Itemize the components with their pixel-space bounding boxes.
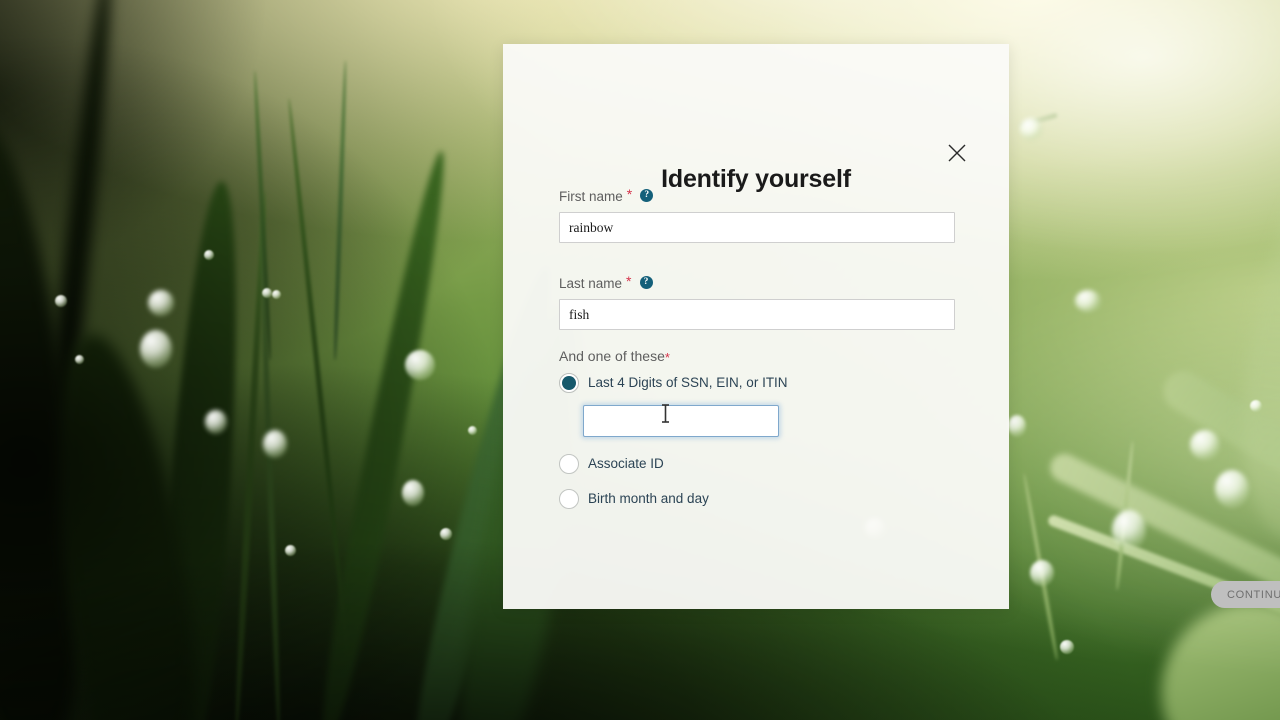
radio-option-ssn[interactable]: Last 4 Digits of SSN, EIN, or ITIN [559,371,955,395]
last-name-label-text: Last name [559,276,623,291]
required-asterisk: * [626,273,632,289]
first-name-label-text: First name [559,189,623,204]
last-name-input[interactable] [559,299,955,330]
help-circle-icon[interactable]: ? [640,189,654,202]
required-asterisk: * [626,186,633,202]
radio-unselected-icon [559,489,579,509]
radio-group-label-text: And one of these [559,348,665,364]
identify-form: First name * ? Last name * ? And one of … [559,186,955,511]
first-name-label: First name * ? [559,186,955,205]
radio-option-birth-date-label: Birth month and day [588,491,709,506]
radio-option-associate-id[interactable]: Associate ID [559,452,955,476]
radio-option-ssn-label: Last 4 Digits of SSN, EIN, or ITIN [588,375,788,390]
first-name-field-group: First name * ? [559,186,955,243]
radio-option-associate-id-label: Associate ID [588,456,664,471]
radio-dot [562,376,576,390]
last-name-field-group: Last name * ? [559,273,955,330]
required-asterisk: * [664,350,670,365]
radio-selected-icon [559,373,579,393]
last-name-label: Last name * ? [559,273,955,292]
radio-group-label: And one of these* [559,347,955,365]
close-icon-glyph [948,144,966,162]
continue-button[interactable]: CONTINUE [1211,581,1280,608]
radio-unselected-icon [559,454,579,474]
first-name-input[interactable] [559,212,955,243]
ssn-input[interactable] [583,405,779,437]
identifier-radio-group: And one of these* Last 4 Digits of SSN, … [559,347,955,511]
help-circle-icon[interactable]: ? [639,276,653,289]
ssn-input-wrapper [583,405,955,437]
identify-yourself-modal: Identify yourself First name * ? Last na… [503,44,1280,609]
radio-option-birth-date[interactable]: Birth month and day [559,487,955,511]
